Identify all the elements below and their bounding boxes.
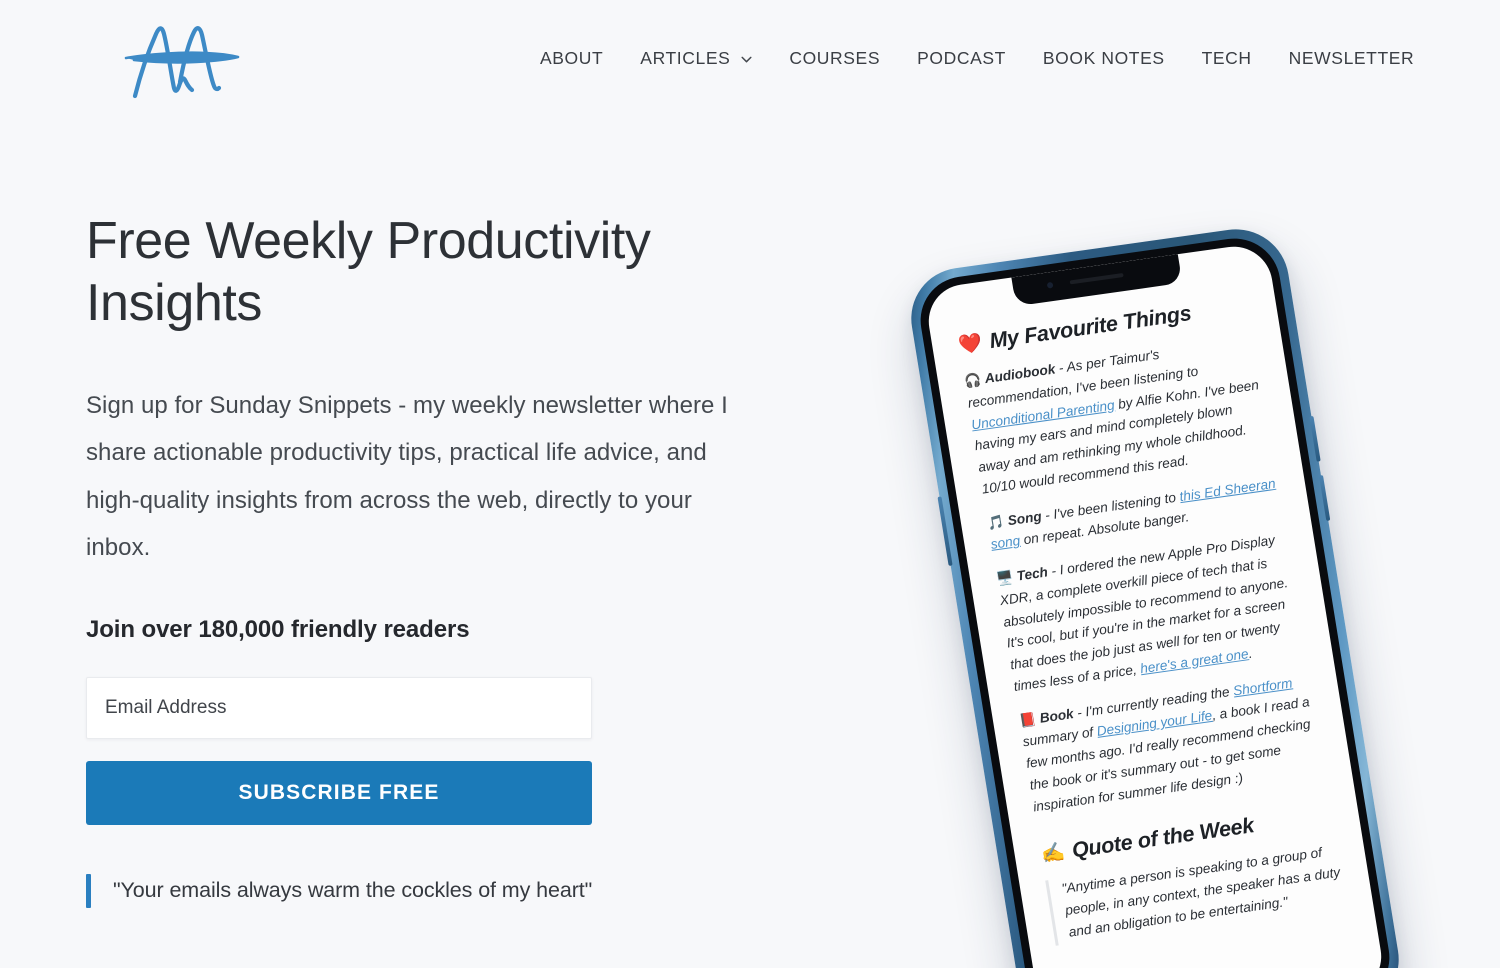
nav-label: ARTICLES [640, 48, 731, 68]
item-label: Song [1006, 508, 1043, 528]
phone-bezel: ❤️ My Favourite Things 🎧 Audiobook - As … [914, 232, 1396, 968]
nav-label: PODCAST [917, 48, 1006, 68]
nav-label: NEWSLETTER [1288, 48, 1415, 68]
closed-book-emoji: 📕 [1018, 710, 1038, 729]
item-text-1: summary of [1021, 724, 1099, 750]
site-header: ABOUT ARTICLES COURSES PODCAST BOOK NOTE… [0, 0, 1500, 125]
list-item: 📕 Book - I'm currently reading the Short… [1018, 669, 1327, 817]
link-shortform[interactable]: Shortform [1232, 675, 1294, 698]
earpiece-speaker-icon [1069, 272, 1124, 285]
nav-label: TECH [1201, 48, 1252, 68]
phone-screen: ❤️ My Favourite Things 🎧 Audiobook - As … [923, 241, 1387, 968]
testimonial-text: "Your emails always warm the cockles of … [113, 878, 593, 903]
musical-note-emoji: 🎵 [986, 513, 1006, 531]
nav-item-newsletter[interactable]: NEWSLETTER [1289, 48, 1415, 69]
nav-label: BOOK NOTES [1042, 48, 1165, 68]
social-proof-text: Join over 180,000 friendly readers [86, 615, 470, 643]
item-label: Audiobook [983, 361, 1057, 387]
nav-item-podcast[interactable]: PODCAST [917, 48, 1006, 69]
nav-item-tech[interactable]: TECH [1202, 48, 1252, 69]
testimonial-accent-bar [86, 873, 91, 908]
newsletter-preview-content: ❤️ My Favourite Things 🎧 Audiobook - As … [923, 242, 1387, 968]
main-navigation[interactable]: ABOUT ARTICLES COURSES PODCAST BOOK NOTE… [540, 48, 1414, 69]
subscribe-button[interactable]: SUBSCRIBE FREE [86, 760, 592, 825]
red-heart-emoji: ❤️ [956, 332, 984, 357]
nav-label: COURSES [789, 48, 881, 68]
list-item: 🖥️ Tech - I ordered the new Apple Pro Di… [995, 528, 1307, 698]
email-field[interactable] [86, 676, 592, 739]
nav-item-articles[interactable]: ARTICLES [640, 48, 752, 69]
nav-item-book-notes[interactable]: BOOK NOTES [1043, 48, 1165, 69]
chevron-down-icon [741, 54, 752, 65]
iphone-mockup: ❤️ My Favourite Things 🎧 Audiobook - As … [903, 222, 1407, 968]
newsletter-signup-form: SUBSCRIBE FREE [86, 676, 592, 825]
hero-subtitle: Sign up for Sunday Snippets - my weekly … [86, 391, 728, 562]
nav-item-courses[interactable]: COURSES [789, 48, 880, 69]
newsletter-landing-page: ABOUT ARTICLES COURSES PODCAST BOOK NOTE… [0, 0, 1500, 968]
list-item: 🎧 Audiobook - As per Taimur's recommenda… [963, 330, 1275, 500]
hero-left-column: Free Weekly Productivity Insights Sign u… [86, 210, 766, 908]
item-label: Book [1038, 705, 1075, 726]
headphone-emoji: 🎧 [963, 371, 983, 389]
desktop-computer-emoji: 🖥️ [995, 569, 1015, 587]
nav-label: ABOUT [540, 48, 604, 68]
testimonial: "Your emails always warm the cockles of … [86, 873, 766, 908]
page-title: Free Weekly Productivity Insights [86, 212, 651, 333]
front-camera-icon [1046, 281, 1054, 289]
aa-signature-logo-icon [124, 26, 240, 99]
item-label: Tech [1015, 564, 1049, 584]
writing-hand-emoji: ✍️ [1039, 842, 1066, 867]
site-logo[interactable] [118, 18, 248, 103]
phone-mockup-stage: ❤️ My Favourite Things 🎧 Audiobook - As … [835, 196, 1475, 968]
nav-item-about[interactable]: ABOUT [540, 48, 603, 69]
